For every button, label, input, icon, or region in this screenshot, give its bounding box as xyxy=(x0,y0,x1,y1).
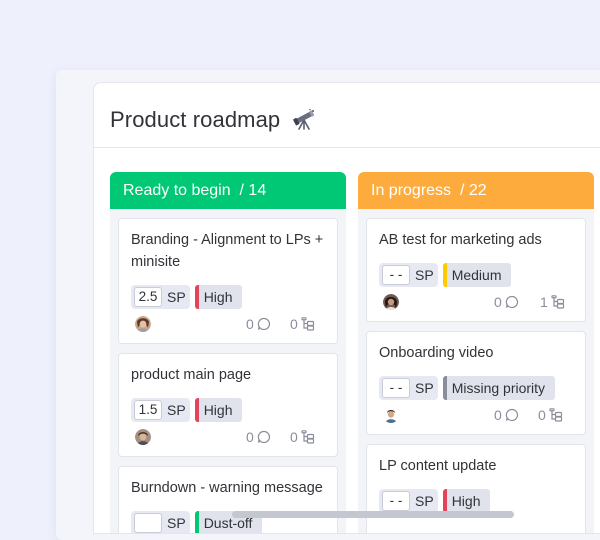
priority-label: Missing priority xyxy=(451,380,546,396)
horizontal-scrollbar[interactable] xyxy=(232,511,514,518)
comments-counter[interactable]: 0 xyxy=(246,316,271,332)
task-card[interactable]: LP content update - - SP High xyxy=(366,444,586,533)
subitems-counter[interactable]: 0 xyxy=(290,429,315,445)
column-body: AB test for marketing ads - - SP Medium xyxy=(358,209,594,533)
column-body: Branding - Alignment to LPs + minisite 2… xyxy=(110,209,346,533)
comments-count: 0 xyxy=(494,407,502,423)
priority-tag[interactable]: High xyxy=(194,398,243,422)
subitems-counter[interactable]: 0 xyxy=(290,316,315,332)
comments-count: 0 xyxy=(246,429,254,445)
story-points-tag[interactable]: 1.5 SP xyxy=(131,398,190,422)
story-points-label: SP xyxy=(167,289,186,305)
story-points-tag[interactable]: - - SP xyxy=(379,489,438,513)
card-tags: - - SP High xyxy=(379,489,573,513)
subitems-count: 1 xyxy=(540,294,548,310)
priority-tag[interactable]: Medium xyxy=(442,263,512,287)
subitems-count: 0 xyxy=(538,407,546,423)
page-title: Product roadmap xyxy=(110,107,316,136)
story-points-label: SP xyxy=(167,515,186,531)
story-points-tag[interactable]: SP xyxy=(131,511,190,533)
card-footer: 0 0 xyxy=(379,403,573,431)
priority-tag[interactable]: High xyxy=(442,489,491,513)
subitems-count: 0 xyxy=(290,316,298,332)
card-tags: - - SP Medium xyxy=(379,263,573,287)
story-points-value xyxy=(134,513,162,533)
card-title: product main page xyxy=(131,367,252,383)
story-points-label: SP xyxy=(415,493,434,509)
story-points-value: 2.5 xyxy=(134,287,162,307)
priority-tag[interactable]: High xyxy=(194,285,243,309)
story-points-value: - - xyxy=(382,378,410,398)
avatar[interactable] xyxy=(135,429,151,445)
card-title: LP content update xyxy=(379,458,497,474)
subitems-icon xyxy=(551,295,564,309)
priority-label: Medium xyxy=(451,267,502,283)
card-footer: 0 0 xyxy=(131,425,325,453)
card-footer: 0 1 xyxy=(379,290,573,318)
subitems-icon xyxy=(301,430,314,444)
column-count: / 22 xyxy=(459,182,487,199)
story-points-label: SP xyxy=(167,402,186,418)
subitems-count: 0 xyxy=(290,429,298,445)
column-title: Ready to begin xyxy=(123,182,231,199)
comment-icon xyxy=(257,430,270,444)
board: Product roadmap Ready to begin / 14 Bran… xyxy=(93,82,600,534)
comment-icon xyxy=(257,317,270,331)
task-card[interactable]: AB test for marketing ads - - SP Medium xyxy=(366,218,586,322)
card-title: Branding - Alignment to LPs + minisite xyxy=(131,232,324,270)
subitems-icon xyxy=(301,317,314,331)
task-card[interactable]: Onboarding video - - SP Missing priority xyxy=(366,331,586,435)
card-title: Onboarding video xyxy=(379,345,494,361)
column-in-progress: In progress / 22 AB test for marketing a… xyxy=(358,172,594,533)
task-card[interactable]: Branding - Alignment to LPs + minisite 2… xyxy=(118,218,338,344)
card-tags: - - SP Missing priority xyxy=(379,376,573,400)
avatar[interactable] xyxy=(383,407,399,423)
comments-count: 0 xyxy=(246,316,254,332)
story-points-value: 1.5 xyxy=(134,400,162,420)
priority-label: High xyxy=(203,402,233,418)
column-header[interactable]: In progress / 22 xyxy=(358,172,594,209)
priority-tag[interactable]: Missing priority xyxy=(442,376,556,400)
telescope-icon xyxy=(292,108,316,136)
task-card[interactable]: Burndown - warning message SP Dust-off xyxy=(118,466,338,533)
board-header: Product roadmap xyxy=(94,83,600,148)
subitems-counter[interactable]: 0 xyxy=(538,407,563,423)
subitems-counter[interactable]: 1 xyxy=(540,294,565,310)
avatar[interactable] xyxy=(383,294,399,310)
column-title: In progress xyxy=(371,182,452,199)
subitems-icon xyxy=(549,408,562,422)
story-points-value: - - xyxy=(382,265,410,285)
board-title-text: Product roadmap xyxy=(110,107,281,132)
card-title: Burndown - warning message xyxy=(131,480,323,496)
story-points-tag[interactable]: - - SP xyxy=(379,376,438,400)
story-points-label: SP xyxy=(415,380,434,396)
card-tags: 2.5 SP High xyxy=(131,285,325,309)
priority-label: High xyxy=(203,289,233,305)
story-points-tag[interactable]: - - SP xyxy=(379,263,438,287)
card-tags: 1.5 SP High xyxy=(131,398,325,422)
story-points-value: - - xyxy=(382,491,410,511)
priority-label: High xyxy=(451,493,481,509)
column-count: / 14 xyxy=(239,182,267,199)
task-card[interactable]: product main page 1.5 SP High 0 0 xyxy=(118,353,338,457)
story-points-label: SP xyxy=(415,267,434,283)
comment-icon xyxy=(505,408,518,422)
comments-counter[interactable]: 0 xyxy=(246,429,271,445)
card-footer: 0 0 xyxy=(131,312,325,340)
comments-counter[interactable]: 0 xyxy=(494,407,519,423)
avatar[interactable] xyxy=(135,316,151,332)
column-ready-to-begin: Ready to begin / 14 Branding - Alignment… xyxy=(110,172,346,533)
column-header[interactable]: Ready to begin / 14 xyxy=(110,172,346,209)
card-title: AB test for marketing ads xyxy=(379,232,542,248)
comment-icon xyxy=(505,295,518,309)
comments-counter[interactable]: 0 xyxy=(494,294,519,310)
story-points-tag[interactable]: 2.5 SP xyxy=(131,285,190,309)
comments-count: 0 xyxy=(494,294,502,310)
